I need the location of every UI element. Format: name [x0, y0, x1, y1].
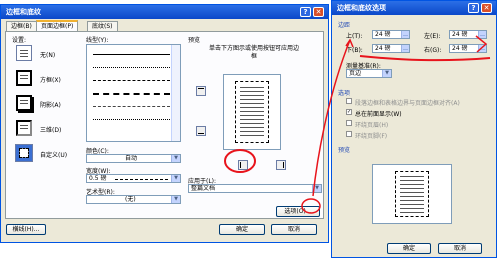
left-margin-label: 左(E): — [424, 33, 441, 40]
art-dropdown[interactable]: (无) ▼ — [86, 195, 181, 204]
right-border-button[interactable] — [276, 160, 286, 170]
measure-from-dropdown[interactable]: 页边 ▼ — [346, 69, 392, 78]
art-value: (无) — [125, 196, 136, 203]
spinner-arrows-icon[interactable] — [401, 31, 409, 38]
chevron-down-icon[interactable]: ▼ — [171, 196, 180, 203]
options-ok-button[interactable]: 确定 — [387, 243, 431, 254]
settings-label: 设置: — [12, 37, 27, 44]
setting-none-label[interactable]: 无(N) — [40, 50, 55, 59]
options-button[interactable]: 选项(O)... — [276, 206, 320, 217]
help-button[interactable]: ? — [468, 3, 479, 13]
align-borders-label: 段落边框和表格边界与页面边框对齐(A) — [355, 100, 460, 107]
setting-shadow-label[interactable]: 阴影(A) — [40, 100, 61, 109]
left-margin-value: 24 磅 — [452, 31, 468, 38]
apply-to-value: 整篇文档 — [191, 185, 216, 192]
left-margin-spinner[interactable]: 24 磅 — [449, 30, 487, 39]
bottom-margin-spinner[interactable]: 24 磅 — [372, 44, 410, 53]
right-margin-spinner[interactable]: 24 磅 — [449, 44, 487, 53]
cancel-button[interactable]: 取消 — [271, 224, 317, 235]
ok-button[interactable]: 确定 — [219, 224, 265, 235]
surround-footer-checkbox[interactable] — [346, 131, 352, 137]
line-style-dash-dot-dot[interactable] — [93, 119, 170, 120]
align-borders-checkbox[interactable] — [346, 98, 352, 104]
bottom-margin-value: 24 磅 — [375, 45, 391, 52]
bottom-border-button[interactable] — [196, 126, 206, 136]
bottom-margin-label: 下(B): — [346, 47, 363, 54]
line-style-solid[interactable] — [93, 54, 170, 55]
width-dropdown[interactable]: 0.5 磅 ▼ — [86, 174, 181, 183]
border-options-dialog: 边框和底纹选项 ? ✕ 边距 上(T): 24 磅 左(E): 24 磅 下(B… — [331, 0, 497, 258]
right-margin-label: 右(G): — [424, 47, 442, 54]
top-margin-spinner[interactable]: 24 磅 — [372, 30, 410, 39]
dialog-title: 边框和底纹 — [1, 5, 328, 19]
setting-shadow-icon[interactable] — [16, 95, 32, 111]
preview-label: 预览 — [188, 37, 201, 44]
color-dropdown[interactable]: 自动 ▼ — [86, 154, 181, 163]
spinner-arrows-icon[interactable] — [478, 31, 486, 38]
width-line-sample — [115, 179, 168, 180]
setting-box-icon[interactable] — [16, 70, 32, 86]
line-style-dotted[interactable] — [93, 67, 170, 68]
top-margin-label: 上(T): — [346, 33, 363, 40]
close-button[interactable]: ✕ — [313, 7, 324, 17]
setting-box-label[interactable]: 方框(X) — [40, 75, 61, 84]
chevron-down-icon[interactable]: ▼ — [171, 155, 180, 162]
always-front-checkbox[interactable]: ✓ — [346, 109, 352, 115]
color-value: 自动 — [125, 155, 138, 162]
measure-from-value: 页边 — [349, 70, 362, 77]
always-front-label: 总在前面显示(W) — [355, 111, 402, 118]
surround-header-checkbox[interactable] — [346, 120, 352, 126]
tab-page-border[interactable]: 页面边框(P) — [36, 20, 79, 31]
chevron-down-icon[interactable]: ▼ — [382, 70, 391, 77]
setting-3d-icon[interactable] — [16, 120, 32, 136]
line-style-dashed-small[interactable] — [93, 80, 170, 81]
tab-shading[interactable]: 底纹(S) — [87, 21, 118, 31]
top-margin-value: 24 磅 — [375, 31, 391, 38]
line-style-dashed-large[interactable] — [93, 93, 170, 95]
borders-shading-dialog: 边框和底纹 ? ✕ 边框(B) 页面边框(P) 底纹(S) 设置: 无(N) 方… — [0, 4, 329, 243]
line-style-dash-dot[interactable] — [93, 106, 170, 107]
chevron-down-icon[interactable]: ▼ — [171, 175, 180, 182]
setting-none-icon[interactable] — [16, 45, 32, 61]
close-button[interactable]: ✕ — [481, 3, 492, 13]
horizontal-line-button[interactable]: 横线(H)... — [6, 224, 46, 235]
chevron-down-icon[interactable]: ▼ — [312, 185, 321, 192]
options-page-preview — [372, 164, 452, 224]
tab-borders[interactable]: 边框(B) — [6, 21, 37, 31]
top-border-button[interactable] — [196, 86, 206, 96]
margin-section-title: 边距 — [338, 22, 351, 29]
setting-3d-label[interactable]: 三维(D) — [40, 125, 61, 134]
apply-to-dropdown[interactable]: 整篇文档 ▼ — [188, 184, 322, 193]
preview-hint: 单击下方图示或使用按钮可应用边框 — [208, 45, 299, 60]
options-cancel-button[interactable]: 取消 — [438, 243, 482, 254]
setting-custom-label[interactable]: 自定义(U) — [40, 150, 67, 159]
width-value: 0.5 磅 — [89, 175, 107, 182]
options-preview-title: 预览 — [338, 147, 351, 154]
surround-footer-label: 环绕页脚(F) — [355, 133, 388, 140]
spinner-arrows-icon[interactable] — [478, 45, 486, 52]
surround-header-label: 环绕页眉(H) — [355, 122, 389, 129]
spinner-arrows-icon[interactable] — [401, 45, 409, 52]
setting-custom-icon[interactable] — [15, 144, 33, 162]
options-section-title: 选项 — [338, 90, 351, 97]
line-style-list[interactable] — [86, 44, 181, 142]
style-label: 线型(Y): — [86, 37, 109, 44]
page-preview[interactable] — [223, 74, 281, 150]
help-button[interactable]: ? — [300, 7, 311, 17]
right-margin-value: 24 磅 — [452, 45, 468, 52]
left-border-button[interactable] — [238, 160, 248, 170]
tab-panel: 设置: 无(N) 方框(X) 阴影(A) 三维(D) 自定义(U) 线型(Y): — [5, 31, 324, 219]
